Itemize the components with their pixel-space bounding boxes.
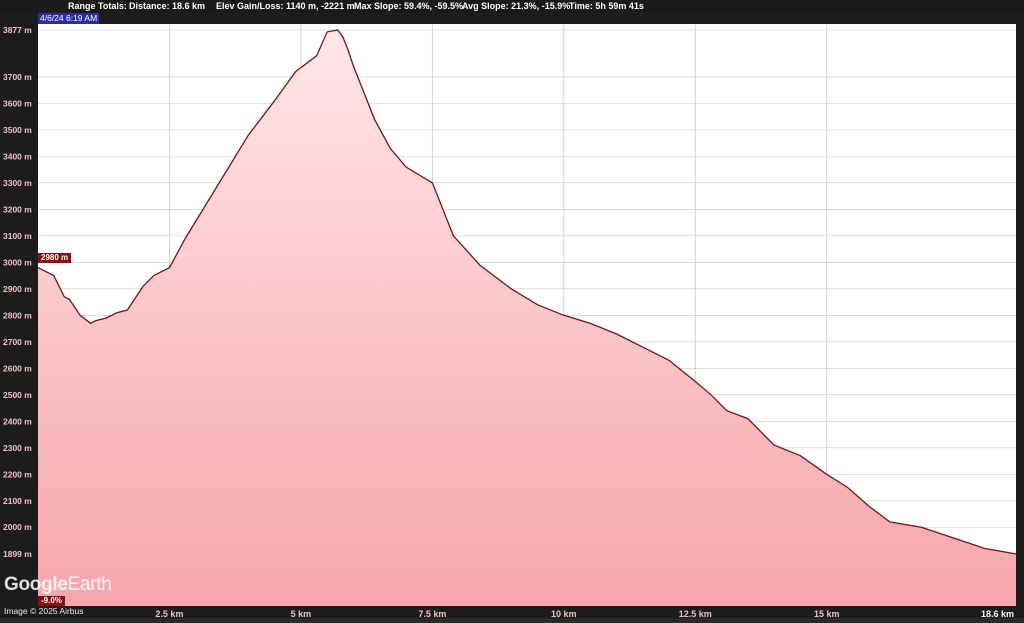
range-totals-bar: Range Totals: Distance: 18.6 km Elev Gai… bbox=[0, 0, 1024, 12]
time-total: Time: 5h 59m 41s bbox=[569, 1, 644, 11]
logo-earth-text: Earth bbox=[67, 574, 112, 595]
y-axis-labels: 1899 m 2000 m 2100 m 2200 m 2300 m 2400 m 2500… bbox=[3, 25, 32, 559]
cursor-timestamp: 4/6/24 6:19 AM bbox=[38, 13, 100, 24]
y-tick-label: 3500 m bbox=[3, 125, 32, 135]
y-tick-label: 3000 m bbox=[3, 257, 32, 267]
elevation-gain-loss: Elev Gain/Loss: 1140 m, -2221 m bbox=[216, 1, 355, 11]
y-tick-label: 3200 m bbox=[3, 204, 32, 214]
y-tick-label: 2000 m bbox=[3, 522, 32, 532]
y-tick-label: 2200 m bbox=[3, 469, 32, 479]
max-slope: Max Slope: 59.4%, -59.5% bbox=[354, 1, 464, 11]
y-tick-label: 3400 m bbox=[3, 151, 32, 161]
range-totals-label: Range Totals: bbox=[68, 1, 127, 11]
cursor-elevation-badge: 2980 m bbox=[38, 253, 72, 263]
y-tick-label: 2900 m bbox=[3, 284, 32, 294]
y-tick-label: 3100 m bbox=[3, 231, 32, 241]
logo-google-text: Google bbox=[4, 574, 68, 595]
y-tick-label: 3600 m bbox=[3, 98, 32, 108]
distance-total: Distance: 18.6 km bbox=[129, 1, 206, 11]
elevation-profile-chart: 1899 m 2000 m 2100 m 2200 m 2300 m 2400 m 2500… bbox=[3, 24, 1017, 619]
y-tick-label: 2800 m bbox=[3, 310, 32, 320]
google-earth-logo: GoogleEarth bbox=[4, 574, 112, 596]
y-tick-label: 3300 m bbox=[3, 178, 32, 188]
y-tick-label: 2300 m bbox=[3, 443, 32, 453]
y-tick-label: 3700 m bbox=[3, 72, 32, 82]
imagery-credit: Image © 2025 Airbus bbox=[4, 606, 84, 616]
y-tick-label: 2700 m bbox=[3, 337, 32, 347]
y-tick-label: 2600 m bbox=[3, 363, 32, 373]
avg-slope: Avg Slope: 21.3%, -15.9% bbox=[462, 1, 571, 11]
y-tick-label: 2100 m bbox=[3, 496, 32, 506]
y-tick-label: 3877 m bbox=[3, 25, 32, 35]
y-tick-label: 1899 m bbox=[3, 549, 32, 559]
cursor-slope-badge: -9.0% bbox=[38, 596, 65, 606]
y-tick-label: 2400 m bbox=[3, 416, 32, 426]
y-tick-label: 2500 m bbox=[3, 390, 32, 400]
bottom-edge bbox=[0, 618, 1024, 623]
